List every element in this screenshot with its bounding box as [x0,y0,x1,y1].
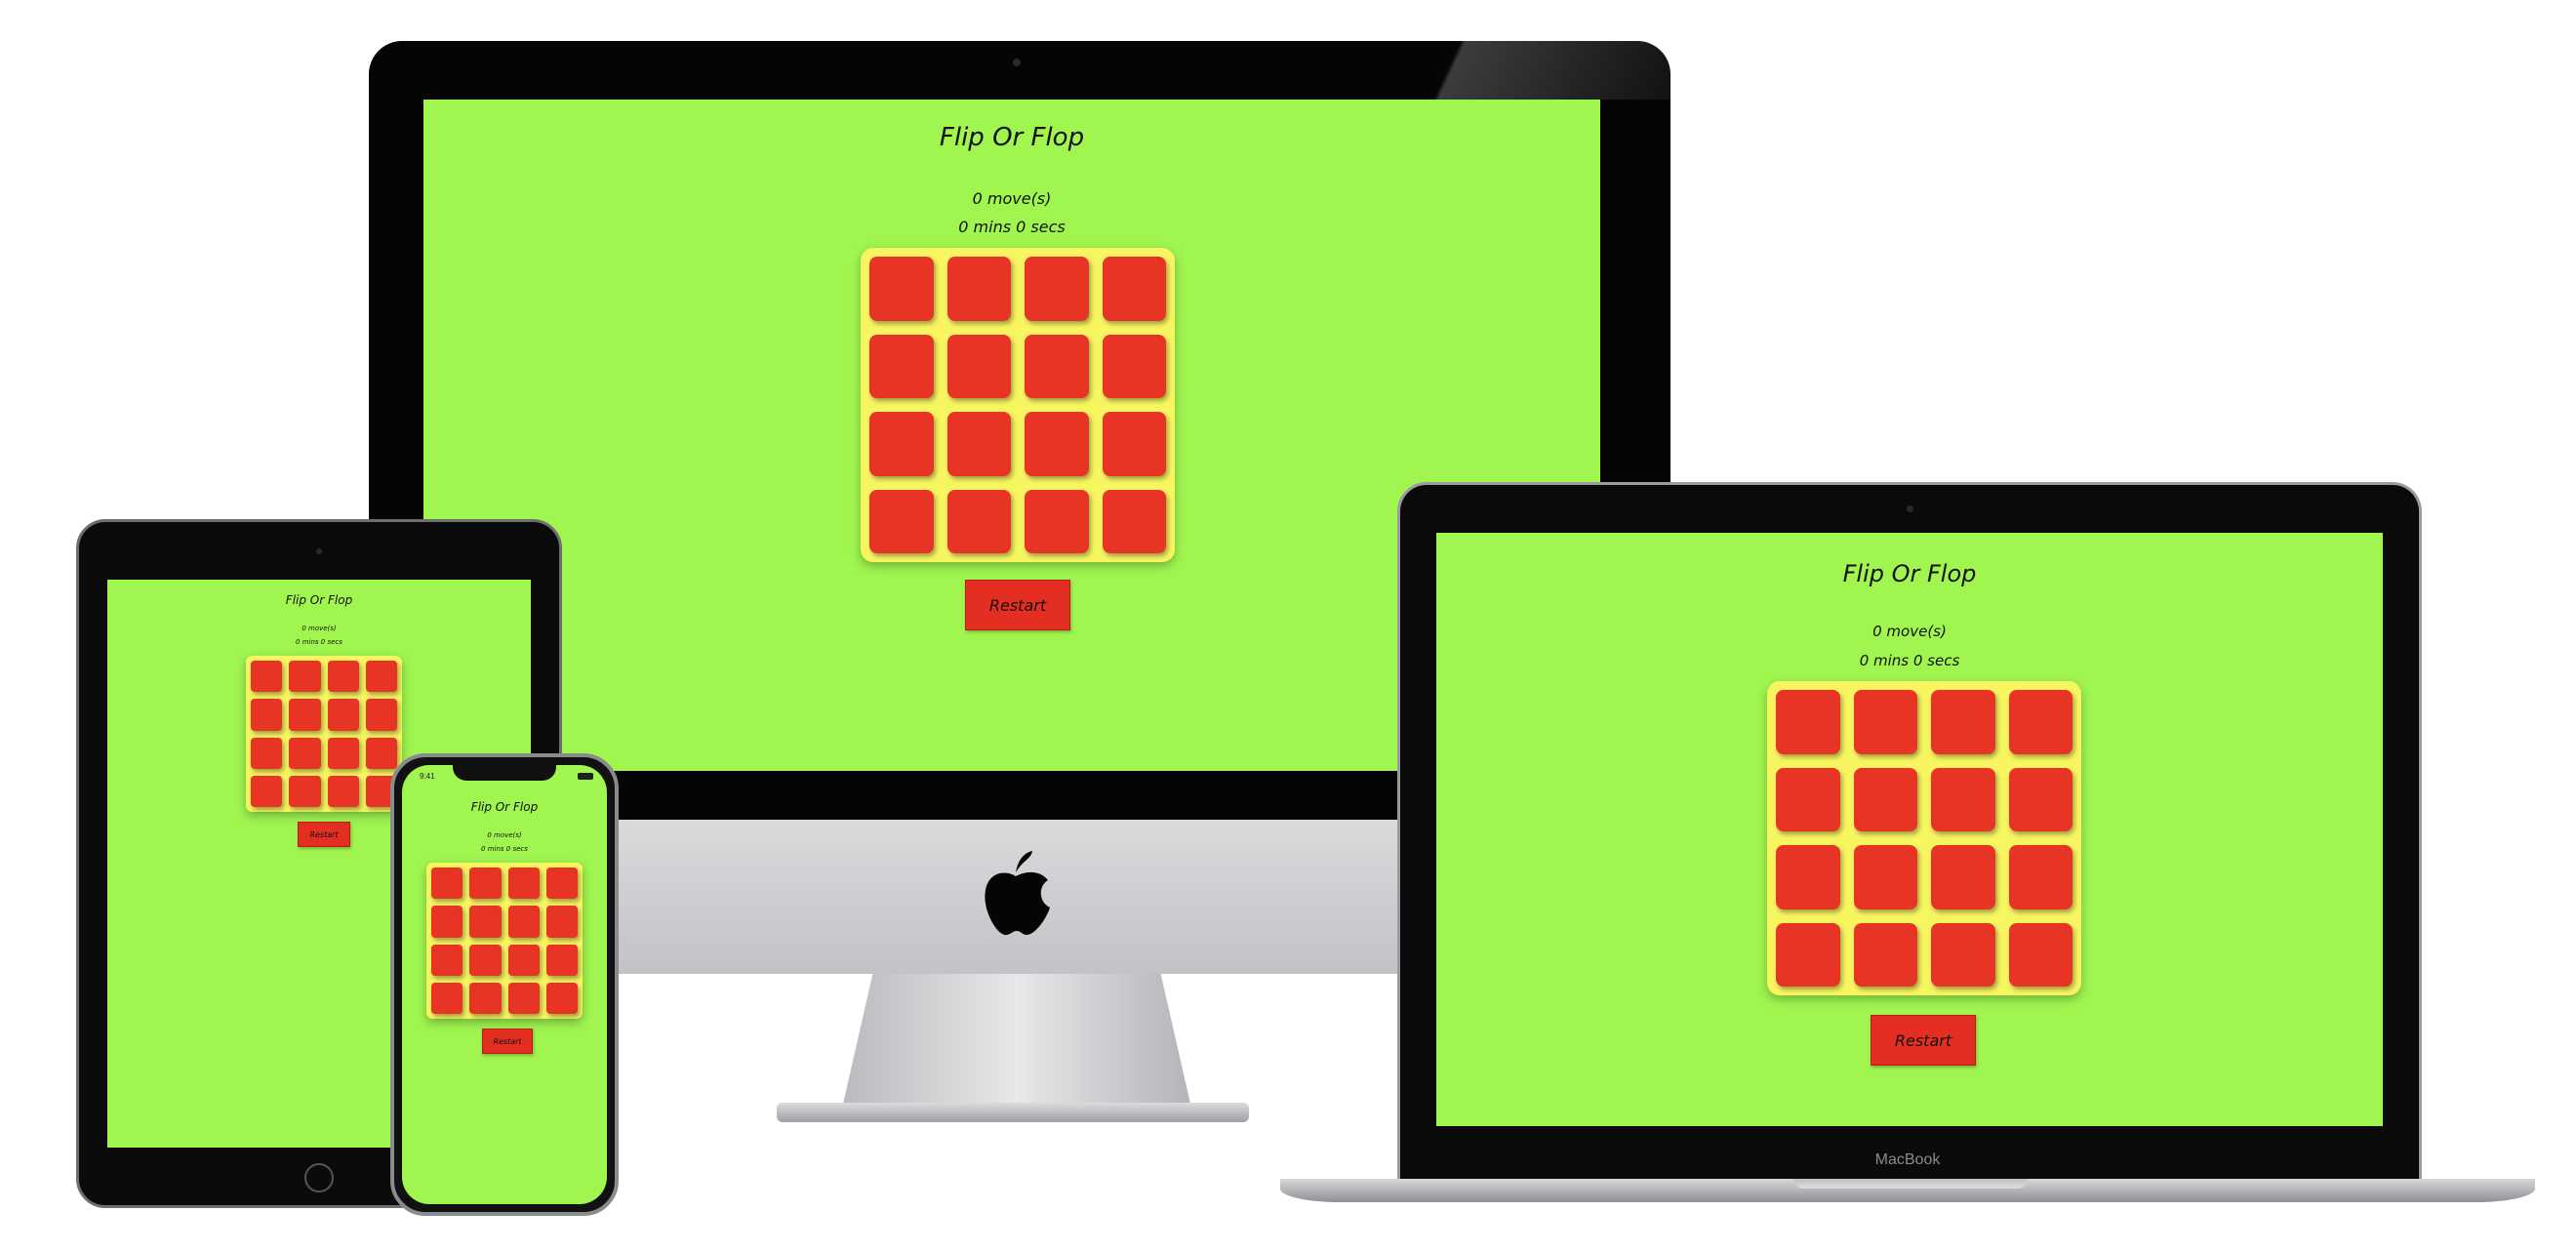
card[interactable] [869,489,934,553]
card[interactable] [251,699,283,731]
macbook-notch [1793,1179,2028,1189]
card[interactable] [365,699,397,731]
card[interactable] [1853,922,1917,987]
game-title: Flip Or Flop [1842,560,1977,587]
card[interactable] [1025,489,1089,553]
card[interactable] [1853,767,1917,831]
timer: 0 mins 0 secs [958,218,1066,236]
card[interactable] [469,944,502,976]
card-deck [426,863,583,1019]
apple-logo-icon [978,851,1054,939]
card[interactable] [431,906,463,938]
card[interactable] [545,868,578,900]
card[interactable] [869,334,934,398]
card[interactable] [469,868,502,900]
imac-camera [1013,59,1021,66]
card[interactable] [289,699,321,731]
card[interactable] [431,982,463,1014]
game-title: Flip Or Flop [939,123,1085,152]
card[interactable] [507,906,540,938]
card[interactable] [946,412,1011,476]
card[interactable] [869,412,934,476]
battery-icon [578,773,593,780]
iphone-screen: 9:41 Flip Or Flop 0 move(s) 0 mins 0 sec… [402,765,607,1204]
card[interactable] [2008,767,2073,831]
card[interactable] [431,868,463,900]
ipad-home-button[interactable] [304,1163,334,1192]
status-time: 9:41 [420,772,435,781]
card[interactable] [289,737,321,769]
card[interactable] [1025,257,1089,321]
card[interactable] [1931,922,1995,987]
card[interactable] [1025,334,1089,398]
card-deck [1767,681,2081,995]
card[interactable] [469,982,502,1014]
moves-counter: 0 move(s) [1872,623,1947,640]
card[interactable] [946,334,1011,398]
game-title: Flip Or Flop [470,800,539,814]
card[interactable] [1776,922,1840,987]
card[interactable] [2008,845,2073,909]
card[interactable] [1776,845,1840,909]
ipad-camera [316,548,322,554]
card[interactable] [251,661,283,693]
restart-button[interactable]: Restart [1871,1015,1976,1066]
restart-button[interactable]: Restart [298,822,350,847]
card[interactable] [2008,690,2073,754]
macbook-camera [1907,505,1913,512]
macbook-label: MacBook [1874,1151,1941,1168]
card[interactable] [327,737,359,769]
card[interactable] [946,489,1011,553]
card[interactable] [365,661,397,693]
card[interactable] [1853,845,1917,909]
card[interactable] [507,944,540,976]
card[interactable] [946,257,1011,321]
card[interactable] [365,737,397,769]
timer: 0 mins 0 secs [296,638,342,646]
moves-counter: 0 move(s) [487,831,522,839]
card[interactable] [251,775,283,807]
card[interactable] [431,944,463,976]
card[interactable] [545,982,578,1014]
card-deck [861,248,1175,562]
card[interactable] [507,868,540,900]
imac-stand [841,974,1192,1112]
card[interactable] [507,982,540,1014]
card[interactable] [1102,334,1166,398]
card[interactable] [1931,845,1995,909]
moves-counter: 0 move(s) [302,625,337,632]
card[interactable] [1931,690,1995,754]
restart-button[interactable]: Restart [965,580,1070,630]
card[interactable] [289,775,321,807]
iphone-notch [453,765,556,781]
card[interactable] [1776,690,1840,754]
card[interactable] [251,737,283,769]
card[interactable] [327,661,359,693]
timer: 0 mins 0 secs [481,845,528,853]
card[interactable] [327,699,359,731]
card[interactable] [1931,767,1995,831]
moves-counter: 0 move(s) [972,189,1052,208]
card[interactable] [289,661,321,693]
game-title: Flip Or Flop [285,593,353,607]
card[interactable] [1102,412,1166,476]
card[interactable] [545,944,578,976]
card[interactable] [1025,412,1089,476]
card[interactable] [1102,257,1166,321]
card[interactable] [545,906,578,938]
card[interactable] [327,775,359,807]
card[interactable] [2008,922,2073,987]
card[interactable] [469,906,502,938]
timer: 0 mins 0 secs [1859,652,1960,669]
card[interactable] [1853,690,1917,754]
card-deck [246,656,402,812]
imac-glare [1171,41,1670,100]
card[interactable] [1776,767,1840,831]
card[interactable] [869,257,934,321]
macbook-screen: Flip Or Flop 0 move(s) 0 mins 0 secs Res… [1436,533,2383,1126]
card[interactable] [1102,489,1166,553]
imac-foot [777,1103,1249,1122]
restart-button[interactable]: Restart [482,1029,533,1054]
